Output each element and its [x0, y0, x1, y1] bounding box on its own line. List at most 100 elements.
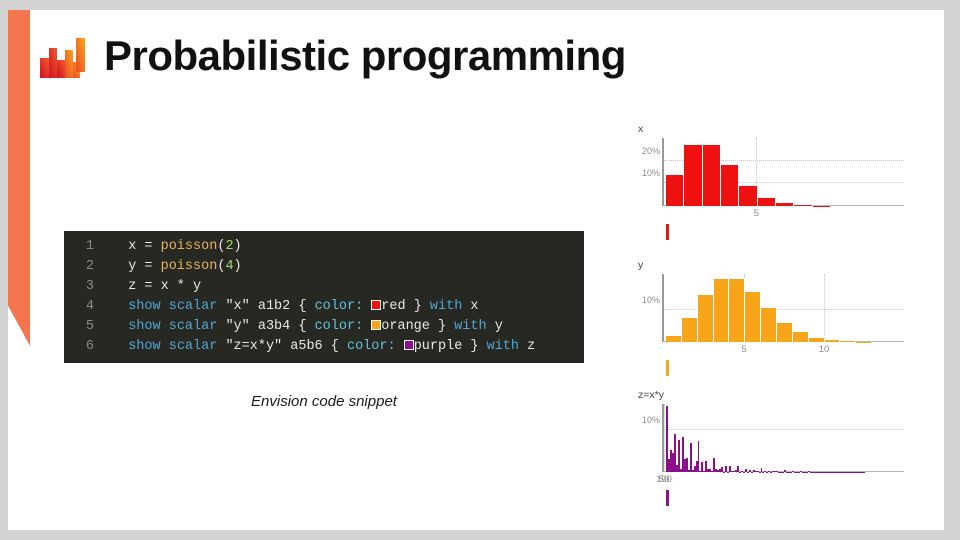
code-token: with [429, 299, 463, 314]
bar [729, 278, 746, 342]
slide-accent-bar [8, 10, 30, 346]
color-swatch-icon [371, 300, 382, 310]
code-line-number: 4 [85, 299, 94, 314]
color-swatch-icon [371, 320, 382, 330]
code-snippet-block: 1 x = poisson(2) 2 y = poisson(4) 3 z = x … [64, 231, 584, 363]
x-axis-tick-label: 5 [741, 344, 747, 355]
code-token: "x" [225, 299, 250, 314]
series-color-marker-x [666, 224, 669, 240]
bar [666, 336, 682, 342]
bar [794, 205, 813, 206]
bar-series [666, 404, 904, 472]
chart-title-y: y [638, 259, 644, 271]
code-snippet-caption: Envision code snippet [251, 393, 397, 410]
code-token: x = [112, 239, 161, 254]
bar [720, 165, 740, 206]
code-token: with [486, 339, 520, 354]
code-line: 3 z = x * y [64, 277, 584, 297]
code-token: color: [314, 319, 364, 334]
code-token: y [486, 319, 503, 334]
page-title: Probabilistic programming [104, 32, 626, 79]
x-axis-tick-label: 10 [818, 344, 830, 355]
code-token: "y" [225, 319, 250, 334]
code-token: color: [346, 339, 396, 354]
code-line: 5 show scalar "y" a3b4 { color: orange }… [64, 317, 584, 337]
code-line-content: z = x * y [112, 277, 201, 297]
chart-panel-x: x 10% 20% 5 [638, 122, 908, 240]
chart-plot-y: 10% 5 10 [638, 274, 908, 355]
bar [792, 332, 809, 342]
bar [666, 175, 685, 206]
code-line-content: y = poisson(4) [112, 257, 242, 277]
code-token: purple [413, 339, 463, 354]
code-line-number: 6 [85, 339, 94, 354]
x-axis-tick-label: 5 [753, 208, 759, 219]
bar [745, 291, 762, 342]
bar [697, 294, 714, 342]
plot-area: 10% 50 100 [642, 404, 904, 485]
code-line: 2 y = poisson(4) [64, 257, 584, 277]
bar [739, 185, 758, 206]
x-axis-tick-label: 100 [656, 474, 672, 485]
code-token: "z=x*y" [225, 339, 283, 354]
code-line-content: show scalar "y" a3b4 { color: orange } w… [112, 317, 503, 337]
bar [775, 203, 795, 206]
code-token: } [462, 339, 487, 354]
code-token: scalar [168, 299, 218, 314]
code-line-content: show scalar "x" a1b2 { color: red } with… [112, 297, 479, 317]
plot-area: 10% 20% 5 [642, 138, 904, 219]
series-color-marker-y [666, 360, 669, 376]
bar [697, 441, 700, 472]
code-token: 2 [225, 239, 234, 254]
code-token: a3b4 { [249, 319, 315, 334]
code-token: ) [233, 259, 242, 274]
bar [689, 443, 692, 472]
bar-series [666, 274, 904, 342]
code-token: y = [112, 259, 161, 274]
code-token: red [381, 299, 406, 314]
chart-plot-x: 10% 20% 5 [638, 138, 908, 219]
y-axis-tick-label: 20% [641, 145, 660, 156]
chart-panel-y: y 10% 5 10 [638, 258, 908, 376]
code-line: 1 x = poisson(2) [64, 237, 584, 257]
code-token: orange [381, 319, 430, 334]
code-token: ) [233, 239, 242, 254]
bar [702, 144, 721, 206]
plot-area: 10% 5 10 [642, 274, 904, 355]
code-line-number: 2 [85, 259, 94, 274]
code-token: z [519, 339, 536, 354]
code-line-number: 1 [85, 239, 94, 254]
code-token: a5b6 { [282, 339, 347, 354]
code-token: z = x * y [112, 279, 202, 294]
code-token: x [462, 299, 479, 314]
bar [684, 144, 703, 206]
code-line-content: x = poisson(2) [112, 237, 242, 257]
bar [777, 322, 793, 342]
bar [757, 197, 776, 206]
code-token: show [128, 319, 161, 334]
code-token: poisson [160, 239, 218, 254]
slide: Probabilistic programming 1 x = poisson(… [8, 10, 944, 530]
code-token: show [128, 339, 161, 354]
bar [840, 341, 857, 342]
bar [713, 278, 730, 342]
y-axis-tick-label: 10% [641, 168, 660, 179]
x-gridline [664, 404, 665, 472]
chart-title-z: z=x*y [638, 389, 664, 401]
code-line-number: 3 [85, 279, 94, 294]
code-line-number: 5 [85, 319, 94, 334]
series-color-marker-z [666, 490, 669, 506]
bar [681, 318, 698, 342]
bar [677, 439, 680, 472]
chart-panel-z: z=x*y 10% 50 100 [638, 388, 908, 506]
code-token: } [405, 299, 430, 314]
chart-plot-z: 10% 50 100 [638, 404, 908, 485]
code-token: scalar [168, 319, 218, 334]
code-line-content: show scalar "z=x*y" a5b6 { color: purple… [112, 337, 535, 357]
